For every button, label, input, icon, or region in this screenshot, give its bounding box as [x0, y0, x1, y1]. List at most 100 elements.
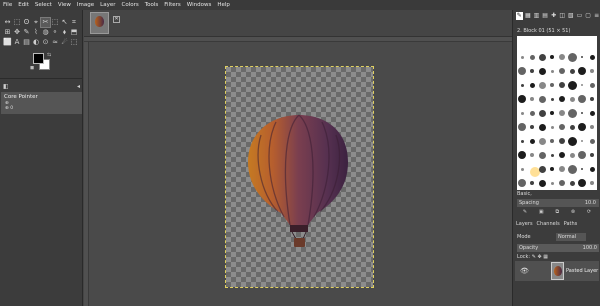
brush-thumbnail[interactable]: [559, 54, 565, 60]
brush-thumbnail[interactable]: [559, 68, 565, 74]
brush-thumbnail[interactable]: [520, 55, 524, 59]
brush-thumbnail[interactable]: [578, 67, 586, 75]
brush-preset-row[interactable]: Basic,: [517, 191, 597, 199]
menu-filters[interactable]: Filters: [164, 0, 181, 10]
brush-thumbnail[interactable]: [581, 56, 583, 58]
tool-icon[interactable]: ↔: [3, 18, 12, 27]
brush-thumbnail[interactable]: [589, 110, 595, 116]
brush-thumbnail[interactable]: [581, 112, 583, 114]
tool-icon[interactable]: ◍: [41, 28, 50, 37]
brush-thumbnail[interactable]: [589, 166, 595, 172]
tool-icon[interactable]: ⊞: [3, 28, 12, 37]
menu-image[interactable]: Image: [77, 0, 94, 10]
brush-thumbnail[interactable]: [538, 165, 546, 173]
menu-edit[interactable]: Edit: [18, 0, 29, 10]
spacing-slider[interactable]: Spacing 10.0: [517, 199, 599, 207]
tool-icon[interactable]: ▤: [22, 38, 31, 47]
brush-thumbnail[interactable]: [529, 138, 535, 144]
menu-tools[interactable]: Tools: [145, 0, 159, 10]
brush-thumbnail[interactable]: [559, 180, 565, 186]
brush-thumbnail[interactable]: [550, 97, 554, 101]
tool-icon[interactable]: ⊙: [41, 38, 50, 47]
menu-help[interactable]: Help: [217, 0, 230, 10]
opacity-slider[interactable]: Opacity 100.0: [517, 244, 599, 252]
brush-thumbnail[interactable]: [530, 97, 534, 101]
brush-thumbnail[interactable]: [581, 168, 583, 170]
brush-thumbnail[interactable]: [550, 125, 554, 129]
menu-windows[interactable]: Windows: [187, 0, 212, 10]
tool-icon[interactable]: A: [13, 38, 22, 47]
tool-icon[interactable]: ⚬: [51, 28, 60, 37]
menu-view[interactable]: View: [58, 0, 71, 10]
brush-thumbnail[interactable]: [550, 139, 554, 143]
tab-channels[interactable]: Channels: [537, 220, 560, 229]
dock-tab-icon[interactable]: ≡: [593, 12, 600, 20]
brush-thumbnail[interactable]: [578, 151, 586, 159]
tool-icon[interactable]: ⬚: [51, 18, 60, 27]
brush-thumbnail[interactable]: [538, 137, 546, 145]
brush-thumbnail[interactable]: [518, 95, 526, 103]
tool-icon[interactable]: ʘ: [22, 18, 31, 27]
brush-thumbnail[interactable]: [520, 167, 524, 171]
brush-thumbnail[interactable]: [518, 123, 526, 131]
menu-colors[interactable]: Colors: [121, 0, 138, 10]
dock-tab-icon[interactable]: ◫: [559, 12, 566, 20]
brush-thumbnail[interactable]: [581, 140, 583, 142]
brush-thumbnail[interactable]: [529, 54, 535, 60]
brush-thumbnail[interactable]: [569, 124, 575, 130]
brush-thumbnail[interactable]: [550, 83, 554, 87]
tool-icon[interactable]: ⬜: [3, 38, 12, 47]
panel-menu-icon[interactable]: ◂: [77, 83, 80, 90]
brush-thumbnail[interactable]: [559, 152, 565, 158]
layer-name[interactable]: Pasted Layer: [566, 268, 598, 274]
brush-thumbnail[interactable]: [538, 179, 546, 187]
menu-layer[interactable]: Layer: [100, 0, 115, 10]
menu-select[interactable]: Select: [35, 0, 52, 10]
brush-thumbnail[interactable]: [590, 125, 594, 129]
brush-thumbnail[interactable]: [550, 69, 554, 73]
brush-thumbnail[interactable]: [518, 151, 526, 159]
brush-thumbnail[interactable]: [589, 138, 595, 144]
visibility-eye-icon[interactable]: 👁: [520, 267, 529, 275]
brush-thumbnail[interactable]: [530, 69, 534, 73]
image-canvas[interactable]: [225, 66, 374, 288]
brush-thumbnail[interactable]: [569, 96, 575, 102]
brush-thumbnail[interactable]: [567, 136, 577, 146]
brush-thumbnail[interactable]: [559, 96, 565, 102]
close-image-icon[interactable]: ✕: [113, 16, 120, 23]
brush-thumbnail[interactable]: [581, 84, 583, 86]
brush-thumbnail[interactable]: [578, 179, 586, 187]
image-tab-thumbnail[interactable]: [90, 12, 109, 34]
brush-thumbnail[interactable]: [529, 82, 535, 88]
brush-thumbnail[interactable]: [559, 138, 565, 144]
mode-select[interactable]: Normal: [556, 233, 586, 241]
brush-thumbnail[interactable]: [530, 153, 534, 157]
brush-thumbnail[interactable]: [520, 139, 524, 143]
swap-colors-icon[interactable]: ⇆: [47, 52, 51, 58]
tool-icon[interactable]: ◐: [32, 38, 41, 47]
brush-thumbnail[interactable]: [578, 123, 586, 131]
brush-thumbnail[interactable]: [530, 125, 534, 129]
dock-tab-icon[interactable]: ▢: [585, 12, 592, 20]
brush-thumbnail[interactable]: [538, 151, 546, 159]
tab-layers[interactable]: Layers: [516, 220, 533, 229]
brush-thumbnail[interactable]: [559, 124, 565, 130]
brush-thumbnail[interactable]: [538, 81, 546, 89]
brush-thumbnail[interactable]: [518, 67, 526, 75]
tool-icon[interactable]: ⌖: [32, 18, 41, 27]
tool-icon[interactable]: ⌇: [32, 28, 41, 37]
brush-thumbnail[interactable]: [590, 181, 594, 185]
brush-thumbnail[interactable]: [590, 97, 594, 101]
dock-tab-icon[interactable]: ▥: [533, 12, 540, 20]
refresh-brushes-icon[interactable]: ⟳: [587, 209, 591, 217]
duplicate-brush-icon[interactable]: ⧉: [555, 209, 559, 217]
tool-icon[interactable]: ⌗: [70, 18, 79, 27]
brush-thumbnail[interactable]: [550, 181, 554, 185]
brush-thumbnail[interactable]: [578, 95, 586, 103]
brush-thumbnail[interactable]: [530, 181, 534, 185]
brush-thumbnail[interactable]: [569, 68, 575, 74]
brush-thumbnail[interactable]: [538, 123, 546, 131]
tool-icon[interactable]: ☄: [60, 38, 69, 47]
brush-thumbnail[interactable]: [559, 110, 565, 116]
brush-thumbnail[interactable]: [518, 179, 526, 187]
